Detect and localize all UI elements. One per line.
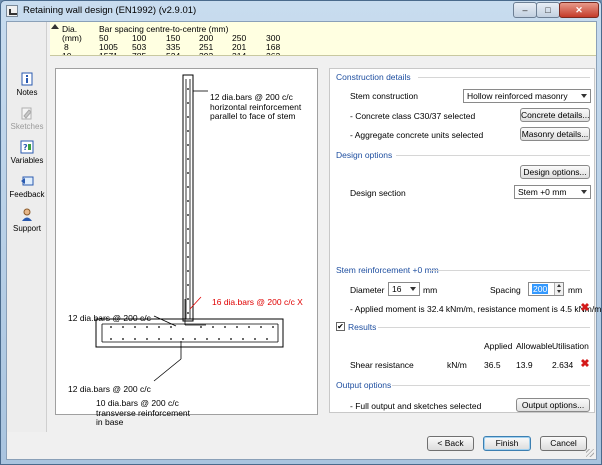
concrete-details-button[interactable]: Concrete details...: [520, 108, 590, 122]
table-cell: 524: [166, 51, 181, 56]
shear-allowable: 13.9: [516, 360, 533, 370]
sidebar-item-notes[interactable]: Notes: [7, 72, 47, 97]
design-section-select[interactable]: Stem +0 mm: [514, 185, 591, 199]
stem-construction-label: Stem construction: [350, 91, 419, 101]
table-cell: 314: [232, 51, 247, 56]
note-base-top-bars: 12 dia.bars @ 200 c/c: [68, 313, 151, 323]
minimize-button[interactable]: –: [513, 2, 537, 18]
results-section-title: Results: [348, 322, 377, 332]
sketches-icon: [21, 107, 32, 120]
close-button[interactable]: ✕: [559, 2, 599, 18]
chevron-down-icon: [581, 190, 587, 194]
dialog-window: Retaining wall design (EN1992) (v2.9.01)…: [0, 0, 602, 465]
divider: [430, 270, 590, 271]
concrete-class-label: - Concrete class C30/37 selected: [350, 111, 476, 121]
col-allowable: Allowable: [516, 341, 553, 351]
construction-section-title: Construction details: [336, 72, 411, 82]
fail-x-icon: ✖: [580, 358, 590, 370]
shear-unit: kN/m: [447, 360, 467, 370]
shear-utilisation: 2.634: [552, 360, 574, 370]
sidebar: Notes Sketches ? Variables Feedback Supp…: [7, 22, 47, 432]
divider: [392, 385, 590, 386]
chevron-down-icon: [410, 287, 416, 291]
table-cell: 393: [199, 51, 214, 56]
design-section-label: Design section: [350, 188, 406, 198]
output-selected-label: - Full output and sketches selected: [350, 401, 482, 411]
note-stem-bars-warning: 16 dia.bars @ 200 c/c X: [212, 297, 303, 307]
sidebar-item-feedback[interactable]: Feedback: [7, 174, 47, 199]
spacing-label: Spacing: [490, 285, 521, 295]
fail-x-icon: ✖: [580, 302, 590, 314]
divider: [378, 327, 590, 328]
finish-button[interactable]: Finish: [483, 436, 531, 451]
sidebar-item-label: Notes: [16, 88, 38, 97]
feedback-icon: [21, 176, 34, 186]
col-utilisation: Utilisation: [552, 341, 589, 351]
sidebar-item-support[interactable]: Support: [7, 208, 47, 233]
window-title: Retaining wall design (EN1992) (v2.9.01): [23, 5, 197, 16]
design-options-button[interactable]: Design options...: [520, 165, 590, 179]
note-base-bottom-bars: 12 dia.bars @ 200 c/c: [68, 384, 151, 394]
spin-arrows-icon[interactable]: [554, 283, 563, 295]
support-icon: [22, 208, 32, 221]
wall-sketch: 12 dia.bars @ 200 c/c horizontal reinfor…: [55, 68, 318, 427]
sidebar-item-sketches[interactable]: Sketches: [7, 106, 47, 131]
note-horizontal-reinforcement: 12 dia.bars @ 200 c/c horizontal reinfor…: [210, 92, 302, 121]
spacing-unit: mm: [568, 285, 583, 295]
output-options-button[interactable]: Output options...: [516, 398, 590, 412]
title-bar: Retaining wall design (EN1992) (v2.9.01)…: [1, 1, 601, 21]
options-panel: Construction details Stem construction H…: [329, 68, 601, 413]
sidebar-item-label: Variables: [10, 156, 44, 165]
diameter-label: Diameter: [350, 285, 385, 295]
cancel-button[interactable]: Cancel: [540, 436, 587, 451]
diameter-select[interactable]: 16: [388, 282, 420, 296]
resize-grip-icon[interactable]: [586, 449, 594, 457]
results-checkbox[interactable]: ✔: [336, 322, 345, 331]
col-applied: Applied: [484, 341, 513, 351]
divider: [418, 77, 590, 78]
sidebar-item-label: Support: [12, 224, 42, 233]
maximize-button[interactable]: □: [536, 2, 560, 18]
moment-check-text: - Applied moment is 32.4 kNm/m, resistan…: [350, 304, 602, 314]
app-icon: [6, 5, 18, 17]
collapse-arrow-icon[interactable]: [51, 24, 59, 29]
notes-icon: [21, 72, 33, 86]
table-cell: 262: [266, 51, 281, 56]
sidebar-item-label: Sketches: [10, 122, 44, 131]
diameter-unit: mm: [423, 285, 438, 295]
table-cell: 785: [132, 51, 147, 56]
masonry-details-button[interactable]: Masonry details...: [520, 127, 590, 141]
back-button[interactable]: < Back: [427, 436, 474, 451]
bar-area-table: Dia. Bar spacing centre-to-centre (mm) (…: [50, 22, 596, 56]
output-section-title: Output options: [336, 380, 392, 390]
shear-resistance-label: Shear resistance: [350, 360, 414, 370]
table-cell: 1571: [99, 51, 118, 56]
design-section-title: Design options: [336, 150, 393, 160]
spacing-stepper[interactable]: 200: [528, 282, 564, 296]
variables-icon: ?: [20, 140, 34, 154]
shear-applied: 36.5: [484, 360, 501, 370]
svg-text:?: ?: [23, 143, 28, 152]
chevron-down-icon: [581, 94, 587, 98]
stem-reinforcement-title: Stem reinforcement +0 mm: [336, 265, 439, 275]
stem-construction-select[interactable]: Hollow reinforced masonry: [463, 89, 591, 103]
divider: [396, 155, 590, 156]
sidebar-item-label: Feedback: [9, 190, 45, 199]
note-transverse-reinforcement: 10 dia.bars @ 200 c/c transverse reinfor…: [96, 398, 191, 427]
sidebar-item-variables[interactable]: ? Variables: [7, 140, 47, 165]
table-row-dia: 10: [62, 51, 72, 56]
aggregate-units-label: - Aggregate concrete units selected: [350, 130, 484, 140]
dialog-client-area: Notes Sketches ? Variables Feedback Supp…: [6, 21, 601, 460]
